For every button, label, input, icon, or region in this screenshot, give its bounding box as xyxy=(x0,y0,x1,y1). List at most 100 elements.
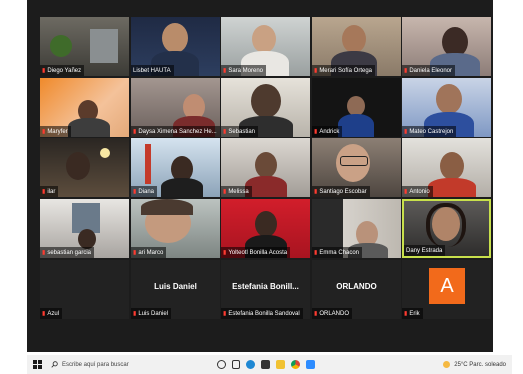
participant-tile[interactable]: ▮ ilar xyxy=(40,138,129,197)
participant-name: Emma Chacon xyxy=(319,249,359,256)
mic-muted-icon: ▮ xyxy=(314,188,318,195)
mic-muted-icon: ▮ xyxy=(42,128,46,135)
participant-tile[interactable]: ▮ Daysa Ximena Sanchez He... xyxy=(131,78,220,137)
participant-tile[interactable]: ▮ Diana xyxy=(131,138,220,197)
participant-nameplate: ▮ Mateo Castrejon xyxy=(402,126,457,137)
participant-tile[interactable]: ▮ Sebastian xyxy=(221,78,310,137)
participant-name: Diana xyxy=(138,188,154,195)
participant-tile[interactable]: ▮ ari Marco xyxy=(131,199,220,258)
participant-tile[interactable]: ▮ Azul xyxy=(40,260,129,319)
weather-text: 25°C Parc. soleado xyxy=(454,361,506,368)
mic-muted-icon: ▮ xyxy=(314,310,318,317)
participant-name: Sebastian xyxy=(228,128,255,135)
participant-tile[interactable]: ORLANDO ▮ ORLANDO xyxy=(312,260,401,319)
participant-tile[interactable]: Lisbet HAUTA xyxy=(131,17,220,76)
participant-nameplate: ▮ Sara Moreno xyxy=(221,65,266,76)
zoom-icon[interactable] xyxy=(306,360,315,369)
mic-muted-icon: ▮ xyxy=(314,249,318,256)
participant-nameplate: ▮ Diego Yañez xyxy=(40,65,85,76)
participant-name: Lisbet HAUTA xyxy=(133,67,171,74)
start-button[interactable] xyxy=(27,360,47,369)
participant-name: Erik xyxy=(409,310,420,317)
participant-name: Yolteotl Bonilla Acosta xyxy=(228,249,288,256)
mic-muted-icon: ▮ xyxy=(42,249,46,256)
participant-nameplate: ▮ Azul xyxy=(40,308,62,319)
mic-muted-icon: ▮ xyxy=(404,67,408,74)
participant-nameplate: Lisbet HAUTA xyxy=(131,65,174,76)
participant-tile[interactable]: ▮ sebastian garcia xyxy=(40,199,129,258)
chrome-icon[interactable] xyxy=(291,360,300,369)
participant-name: Daniela Eleonor xyxy=(409,67,453,74)
mic-muted-icon: ▮ xyxy=(42,310,46,317)
active-speaker-tile[interactable]: Dany Estrada xyxy=(402,199,491,258)
participant-name: Sara Moreno xyxy=(228,67,263,74)
participant-name: Andrick xyxy=(319,128,340,135)
participant-name: Azul xyxy=(47,310,59,317)
mic-muted-icon: ▮ xyxy=(133,310,137,317)
store-icon[interactable] xyxy=(261,360,270,369)
participant-tile[interactable]: A ▮ Erik xyxy=(402,260,491,319)
participant-center-name: ORLANDO xyxy=(336,282,377,291)
participant-tile[interactable]: Luis Daniel ▮ Luis Daniel xyxy=(131,260,220,319)
participant-nameplate: ▮ Sebastian xyxy=(221,126,258,137)
participant-tile[interactable]: ▮ Daniela Eleonor xyxy=(402,17,491,76)
avatar: A xyxy=(429,268,465,304)
mic-muted-icon: ▮ xyxy=(404,128,408,135)
participant-tile[interactable]: ▮ Santiago Escobar xyxy=(312,138,401,197)
windows-icon xyxy=(32,360,42,369)
participant-tile[interactable]: ▮ Melissa xyxy=(221,138,310,197)
participant-nameplate: ▮ Merari Sofía Ortega xyxy=(312,65,375,76)
participant-name: Santiago Escobar xyxy=(319,188,367,195)
participant-tile[interactable]: ▮ Andrick xyxy=(312,78,401,137)
participant-nameplate: ▮ Maryfer xyxy=(40,126,71,137)
participant-name: ORLANDO xyxy=(319,310,349,317)
participant-tile[interactable]: ▮ Merari Sofía Ortega xyxy=(312,17,401,76)
participant-nameplate: ▮ Andrick xyxy=(312,126,343,137)
mic-muted-icon: ▮ xyxy=(133,188,137,195)
participant-nameplate: ▮ Emma Chacon xyxy=(312,247,362,258)
participant-nameplate: ▮ Estefania Bonilla Sandoval xyxy=(221,308,303,319)
taskbar: Escribe aquí para buscar 25°C Parc. sole… xyxy=(27,355,512,374)
participant-name: Diego Yañez xyxy=(47,67,82,74)
system-tray[interactable]: 25°C Parc. soleado xyxy=(443,361,512,368)
participant-nameplate: ▮ Daniela Eleonor xyxy=(402,65,456,76)
participant-name: Merari Sofía Ortega xyxy=(319,67,372,74)
file-explorer-icon[interactable] xyxy=(276,360,285,369)
mic-muted-icon: ▮ xyxy=(133,249,137,256)
participant-nameplate: ▮ Antonio xyxy=(402,186,433,197)
mic-muted-icon: ▮ xyxy=(223,67,227,74)
participant-tile[interactable]: ▮ Diego Yañez xyxy=(40,17,129,76)
mic-muted-icon: ▮ xyxy=(223,188,227,195)
participant-nameplate: ▮ ilar xyxy=(40,186,59,197)
participant-tile[interactable]: ▮ Maryfer xyxy=(40,78,129,137)
search-placeholder: Escribe aquí para buscar xyxy=(62,361,129,368)
weather-icon xyxy=(443,361,451,368)
participant-name: ilar xyxy=(47,188,56,195)
cortana-icon[interactable] xyxy=(217,360,226,369)
participant-tile[interactable]: ▮ Antonio xyxy=(402,138,491,197)
participant-name: ari Marco xyxy=(138,249,164,256)
video-gallery: ▮ Diego Yañez Lisbet HAUTA ▮ Sara Moreno… xyxy=(27,0,493,352)
search-icon xyxy=(51,361,58,368)
participant-name: Luis Daniel xyxy=(138,310,168,317)
participant-nameplate: Dany Estrada xyxy=(404,245,446,256)
participant-name: Estefania Bonilla Sandoval xyxy=(228,310,300,317)
mic-muted-icon: ▮ xyxy=(404,188,408,195)
mic-muted-icon: ▮ xyxy=(133,128,137,135)
mic-muted-icon: ▮ xyxy=(404,310,408,317)
task-view-icon[interactable] xyxy=(232,360,240,369)
participant-name: Melissa xyxy=(228,188,249,195)
participant-name: Dany Estrada xyxy=(406,247,443,254)
participant-name: Mateo Castrejon xyxy=(409,128,454,135)
edge-icon[interactable] xyxy=(246,360,255,369)
participant-name: Maryfer xyxy=(47,128,68,135)
participant-name: Antonio xyxy=(409,188,430,195)
participant-nameplate: ▮ ORLANDO xyxy=(312,308,352,319)
taskbar-search[interactable]: Escribe aquí para buscar xyxy=(47,357,201,372)
participant-tile[interactable]: ▮ Mateo Castrejon xyxy=(402,78,491,137)
participant-nameplate: ▮ Diana xyxy=(131,186,157,197)
participant-tile[interactable]: ▮ Emma Chacon xyxy=(312,199,401,258)
participant-tile[interactable]: ▮ Sara Moreno xyxy=(221,17,310,76)
participant-tile[interactable]: Estefania Bonill... ▮ Estefania Bonilla … xyxy=(221,260,310,319)
participant-tile[interactable]: ▮ Yolteotl Bonilla Acosta xyxy=(221,199,310,258)
